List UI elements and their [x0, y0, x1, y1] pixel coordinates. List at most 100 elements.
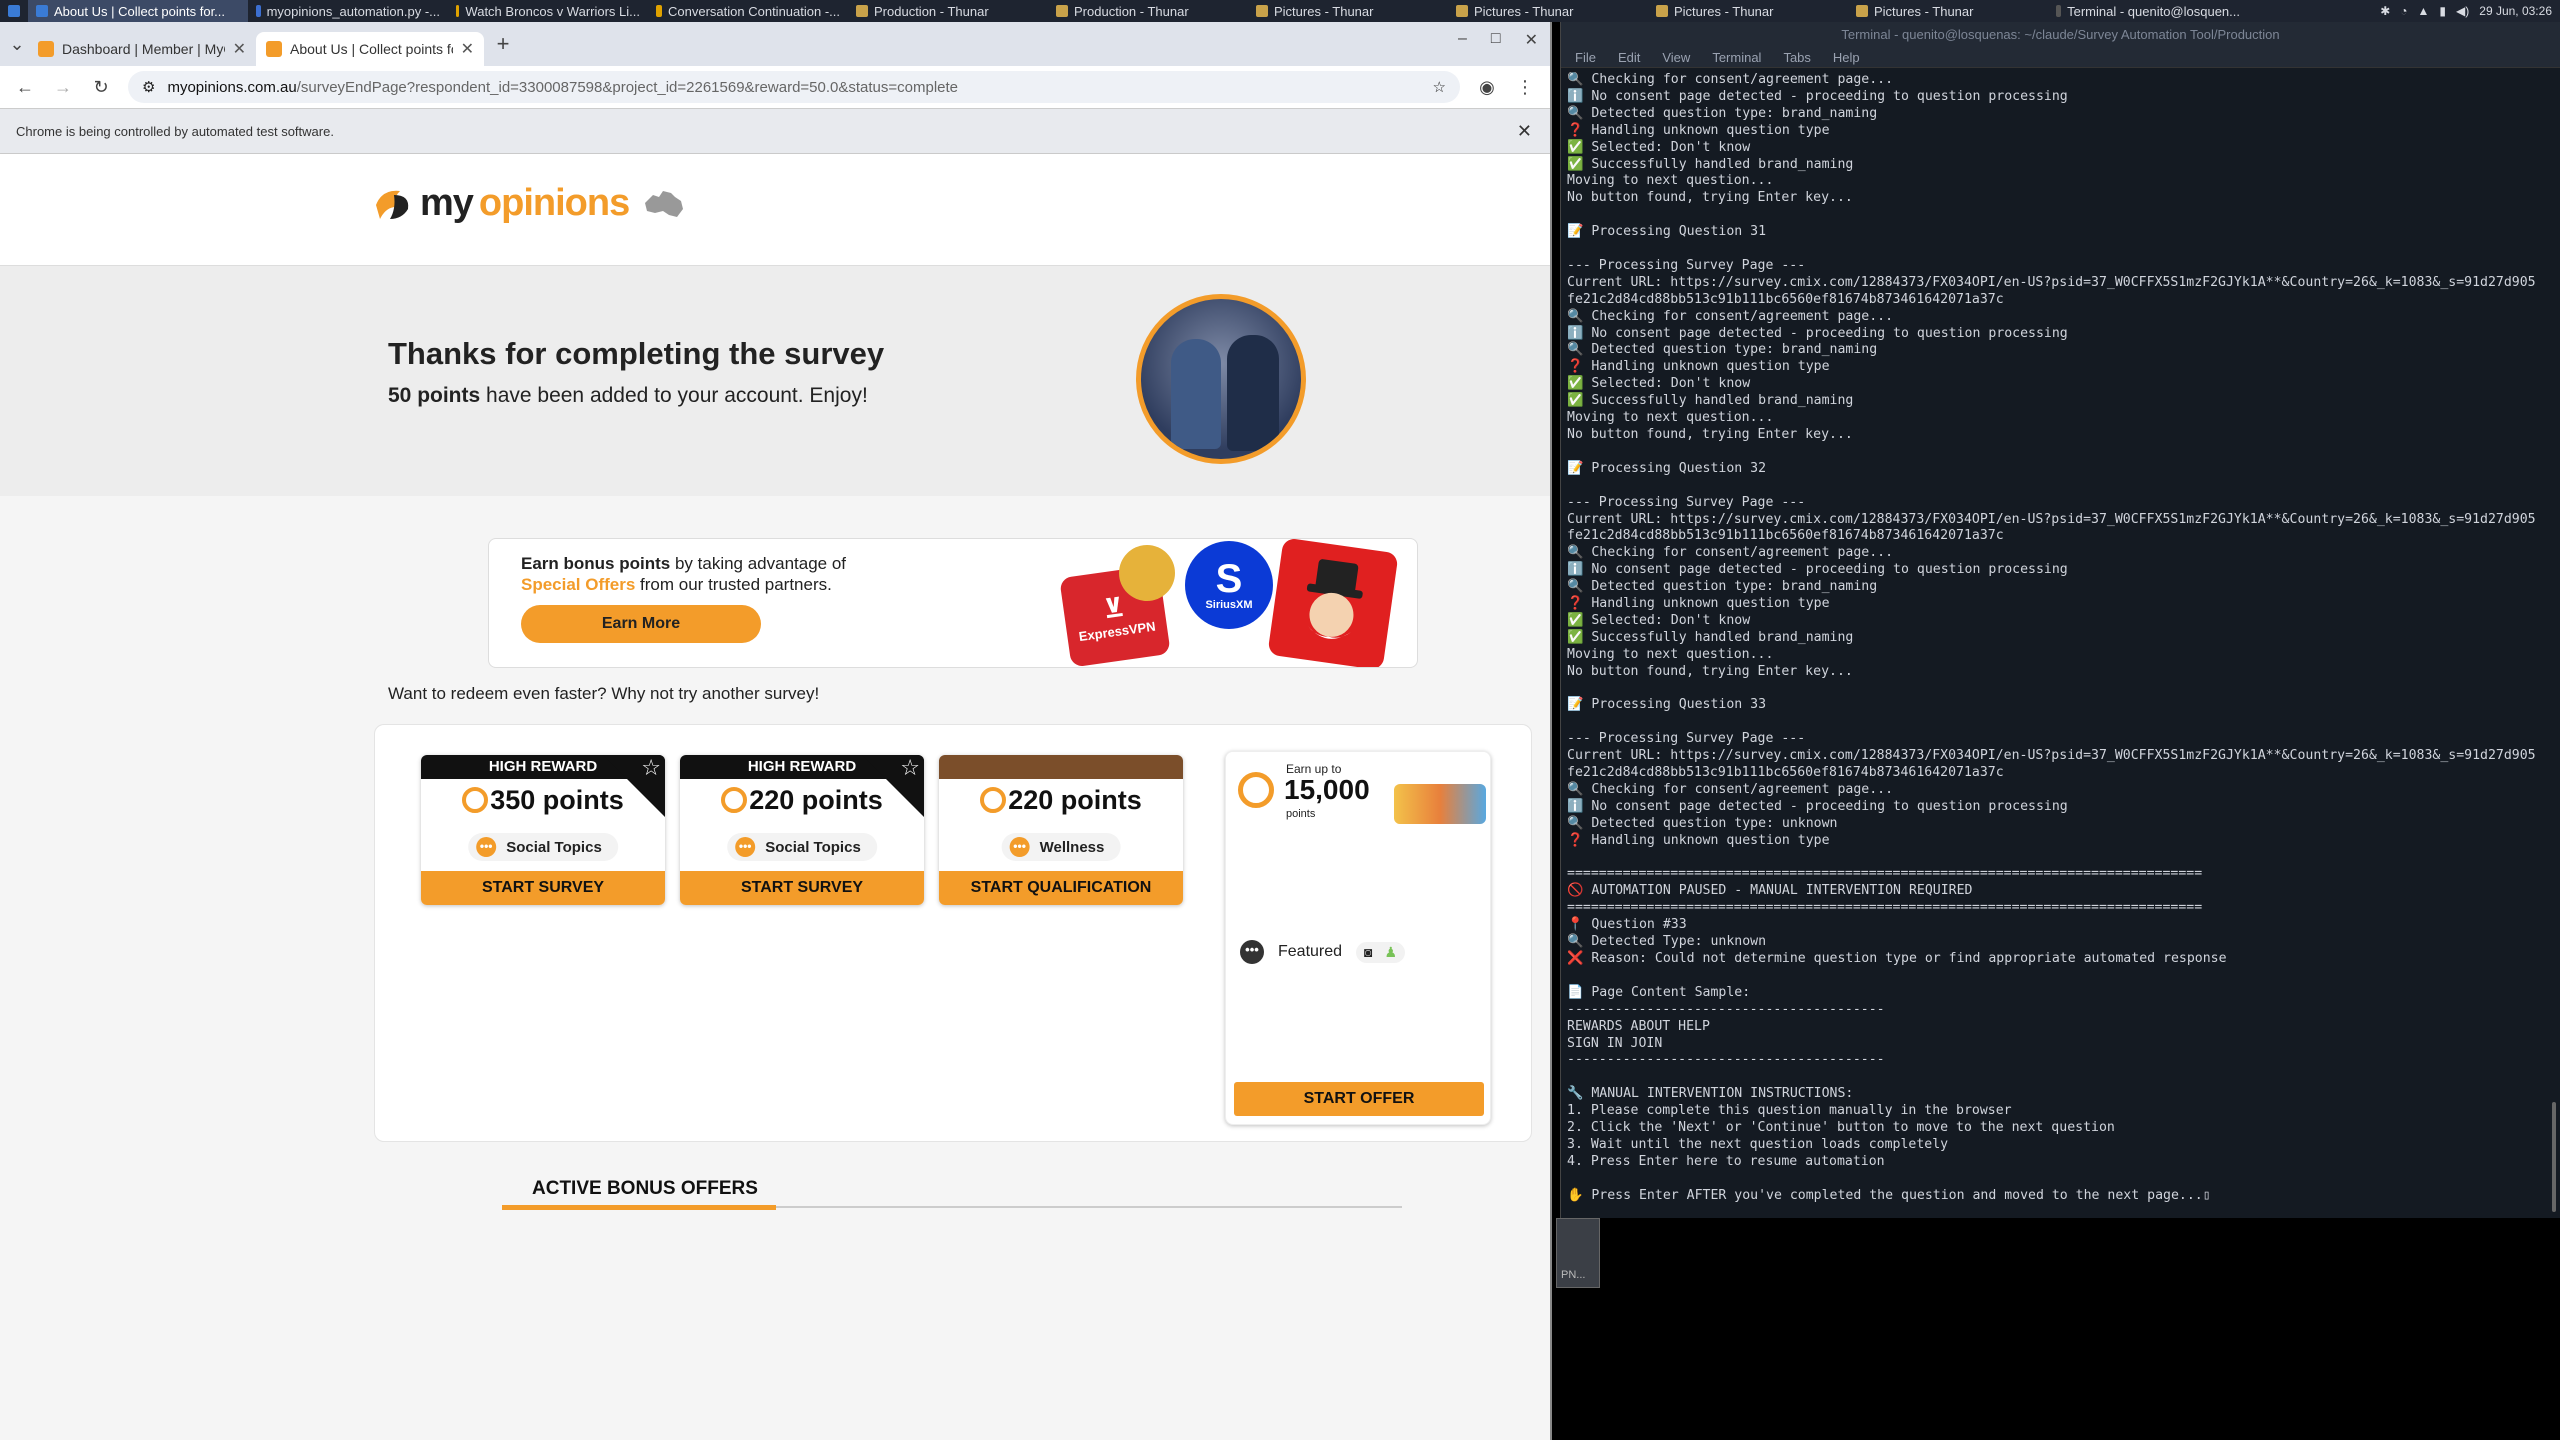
- featured-offer-card[interactable]: Earn up to 15,000 points ••• Featured ◙ …: [1225, 751, 1491, 1125]
- minimize-icon[interactable]: –: [1458, 30, 1467, 50]
- start-survey-button[interactable]: START SURVEY: [680, 871, 924, 905]
- profile-icon[interactable]: ◉: [1476, 77, 1498, 98]
- start-offer-button[interactable]: START OFFER: [1234, 1082, 1484, 1116]
- site-info-icon[interactable]: ⚙: [142, 78, 155, 96]
- taskbar-window-button[interactable]: Watch Broncos v Warriors Li...: [448, 0, 648, 22]
- close-tab-icon[interactable]: ✕: [461, 39, 474, 59]
- terminal-line: ========================================…: [1567, 866, 2203, 882]
- survey-points: 350 points: [421, 785, 665, 816]
- thunar-window-stub[interactable]: PN...: [1556, 1218, 1600, 1288]
- taskbar-window-button[interactable]: Pictures - Thunar: [1648, 0, 1848, 22]
- myopinions-favicon-icon: [266, 41, 282, 57]
- thank-you-banner: Thanks for completing the survey 50 poin…: [0, 266, 1550, 496]
- taskbar-window-button[interactable]: About Us | Collect points for...: [28, 0, 248, 22]
- survey-card[interactable]: 220 points ••• Wellness START QUALIFICATI…: [939, 755, 1183, 905]
- address-bar[interactable]: ⚙ myopinions.com.au/surveyEndPage?respon…: [128, 71, 1460, 103]
- terminal-line: ℹ️ No consent page detected - proceeding…: [1567, 798, 2068, 814]
- earn-more-button[interactable]: Earn More: [521, 605, 761, 643]
- terminal-line: ========================================…: [1567, 900, 2203, 916]
- bluetooth-icon[interactable]: ✱: [2380, 4, 2390, 18]
- terminal-menu-item[interactable]: Terminal: [1712, 50, 1761, 65]
- taskbar-window-button[interactable]: myopinions_automation.py -...: [248, 0, 448, 22]
- terminal-line: 🔍 Detected question type: brand_naming: [1567, 105, 1878, 121]
- volume-icon[interactable]: ◀): [2456, 4, 2469, 18]
- back-icon[interactable]: ←: [14, 77, 36, 98]
- terminal-line: 1. Please complete this question manuall…: [1567, 1103, 2012, 1119]
- active-bonus-tab[interactable]: ACTIVE BONUS OFFERS: [502, 1178, 1402, 1210]
- app-menu-icon[interactable]: [0, 0, 28, 22]
- close-infobar-icon[interactable]: ✕: [1517, 121, 1532, 142]
- terminal-menu-item[interactable]: View: [1662, 50, 1690, 65]
- survey-card[interactable]: HIGH REWARD ☆ 350 points ••• Social Topic…: [421, 755, 665, 905]
- taskbar-window-button[interactable]: Pictures - Thunar: [1448, 0, 1648, 22]
- survey-topic: ••• Social Topics: [727, 833, 877, 861]
- start-qualification-button[interactable]: START QUALIFICATION: [939, 871, 1183, 905]
- terminal-menu-item[interactable]: Edit: [1618, 50, 1640, 65]
- new-tab-button[interactable]: +: [492, 31, 514, 57]
- browser-tab-about-us[interactable]: About Us | Collect points for ✕: [256, 32, 484, 66]
- star-icon: ☆: [641, 755, 661, 780]
- terminal-line: ✋ Press Enter AFTER you've completed the…: [1567, 1187, 2211, 1203]
- survey-topic: ••• Social Topics: [468, 833, 618, 861]
- special-offers-link[interactable]: Special Offers: [521, 575, 635, 594]
- menu-kebab-icon[interactable]: ⋮: [1514, 77, 1536, 98]
- window-icon: [1056, 5, 1068, 17]
- offer-featured-row: ••• Featured ◙ ♟: [1240, 940, 1480, 964]
- terminal-menu-item[interactable]: Help: [1833, 50, 1860, 65]
- survey-card[interactable]: HIGH REWARD ☆ 220 points ••• Social Topic…: [680, 755, 924, 905]
- topic-label: Social Topics: [506, 838, 602, 856]
- terminal-line: ❌ Reason: Could not determine question t…: [1567, 951, 2227, 967]
- taskbar-window-label: Production - Thunar: [1074, 3, 1189, 19]
- terminal-line: 🚫 AUTOMATION PAUSED - MANUAL INTERVENTIO…: [1567, 883, 1973, 899]
- terminal-menu-item[interactable]: File: [1575, 50, 1596, 65]
- tab-title: Dashboard | Member | MyOp: [62, 41, 225, 57]
- close-window-icon[interactable]: ✕: [1525, 30, 1538, 50]
- wifi-icon[interactable]: ◔: [2400, 4, 2407, 18]
- terminal-output[interactable]: 🔍 Checking for consent/agreement page...…: [1567, 72, 2542, 1218]
- bookmark-star-icon[interactable]: ☆: [1433, 78, 1446, 96]
- terminal-window[interactable]: Terminal - quenito@losquenas: ~/claude/S…: [1560, 22, 2560, 1218]
- taskbar-window-button[interactable]: Terminal - quenito@losquen...: [2048, 0, 2248, 22]
- terminal-line: Moving to next question...: [1567, 410, 1774, 426]
- taskbar-window-button[interactable]: Production - Thunar: [1048, 0, 1248, 22]
- terminal-line: 2. Click the 'Next' or 'Continue' button…: [1567, 1120, 2115, 1136]
- taskbar-window-button[interactable]: Production - Thunar: [848, 0, 1048, 22]
- points-coin-icon: [980, 787, 1007, 813]
- logo-mark-icon: [376, 190, 409, 219]
- taskbar-window-button[interactable]: Conversation Continuation -...: [648, 0, 848, 22]
- terminal-line: 3. Wait until the next question loads co…: [1567, 1136, 1949, 1152]
- points-value: 220 points: [749, 785, 883, 815]
- notification-icon[interactable]: ▲: [2418, 4, 2430, 18]
- logo-text-opinions: opinions: [478, 182, 630, 224]
- start-survey-button[interactable]: START SURVEY: [421, 871, 665, 905]
- tab-search-icon[interactable]: ⌄: [6, 34, 28, 55]
- terminal-line: ❓ Handling unknown question type: [1567, 832, 1830, 848]
- monopoly-man-icon: [1306, 559, 1363, 639]
- terminal-line: ✅ Successfully handled brand_naming: [1567, 393, 1854, 409]
- taskbar-window-button[interactable]: Pictures - Thunar: [1248, 0, 1448, 22]
- bonus-text: Earn bonus points by taking advantage of…: [521, 553, 891, 595]
- terminal-line: 📝 Processing Question 31: [1567, 224, 1767, 240]
- reload-icon[interactable]: ↻: [90, 77, 112, 98]
- myopinions-favicon-icon: [38, 41, 54, 57]
- maximize-icon[interactable]: □: [1491, 30, 1501, 50]
- terminal-scrollbar[interactable]: [2552, 1102, 2556, 1212]
- topic-label: Wellness: [1039, 838, 1105, 856]
- myopinions-logo[interactable]: my opinions: [372, 182, 685, 225]
- close-tab-icon[interactable]: ✕: [233, 39, 246, 59]
- battery-icon[interactable]: ▮: [2439, 4, 2446, 18]
- survey-topic: ••• Wellness: [1001, 833, 1121, 861]
- tab-title: About Us | Collect points for: [290, 41, 453, 57]
- forward-icon[interactable]: →: [52, 77, 74, 98]
- taskbar-window-button[interactable]: Pictures - Thunar: [1848, 0, 2048, 22]
- terminal-line: No button found, trying Enter key...: [1567, 190, 1853, 206]
- site-header: my opinions: [0, 154, 1550, 266]
- terminal-line: ✅ Selected: Don't know: [1567, 139, 1751, 155]
- terminal-menu-item[interactable]: Tabs: [1783, 50, 1810, 65]
- clock[interactable]: 29 Jun, 03:26: [2479, 4, 2552, 18]
- terminal-line: 🔍 Checking for consent/agreement page...: [1567, 545, 1894, 561]
- taskbar-window-label: Pictures - Thunar: [1674, 3, 1774, 19]
- browser-tab-dashboard[interactable]: Dashboard | Member | MyOp ✕: [28, 32, 256, 66]
